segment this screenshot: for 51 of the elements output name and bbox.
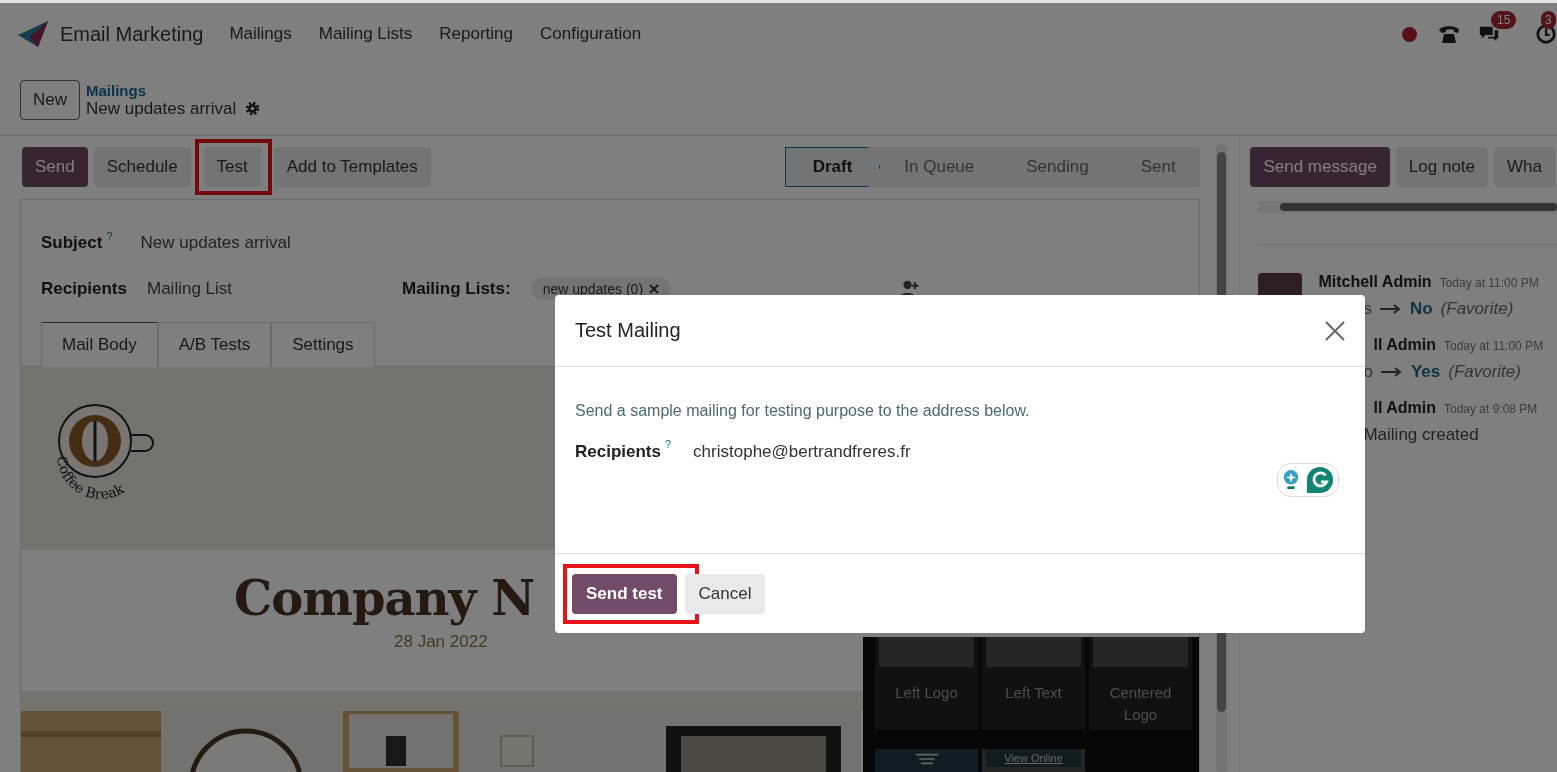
- recipients-field[interactable]: Mailing List: [147, 279, 233, 299]
- field-name: (Favorite): [1440, 299, 1514, 319]
- record-title: New updates arrival: [86, 98, 237, 119]
- newsletter-date: 28 Jan 2022: [394, 632, 489, 652]
- menu-item[interactable]: Mailing Lists: [318, 24, 413, 44]
- message-author: Mitchell Admin: [1318, 273, 1432, 291]
- breadcrumb-link[interactable]: Mailings: [86, 81, 262, 99]
- field-label: Mailing Lists:: [402, 279, 511, 299]
- field-name: (Favorite): [1448, 362, 1521, 382]
- field-label: Recipients: [41, 279, 127, 299]
- form-tab[interactable]: A/B Tests: [157, 322, 272, 367]
- new-value: Yes: [1410, 362, 1441, 382]
- menu-item[interactable]: Reporting: [439, 24, 513, 44]
- snippet-option[interactable]: View Online: [982, 749, 1085, 772]
- subject-field[interactable]: New updates arrival: [140, 233, 291, 253]
- snippet-option[interactable]: Left Text: [982, 637, 1085, 730]
- message-time: Today at 11:00 PM: [1443, 339, 1544, 353]
- message-time: Today at 11:00 PM: [1439, 276, 1539, 290]
- recipients-input[interactable]: christophe@bertrandfreres.fr: [693, 442, 911, 462]
- help-mark[interactable]: ?: [665, 438, 672, 450]
- status-stage[interactable]: Draft: [784, 147, 881, 187]
- action-button[interactable]: Add to Templates: [273, 147, 431, 187]
- dialog-button[interactable]: Cancel: [684, 573, 766, 614]
- chat-count-badge: 15: [1491, 11, 1517, 29]
- new-value: No: [1409, 299, 1433, 319]
- menu-item[interactable]: Configuration: [540, 24, 642, 44]
- field-label: Subject: [41, 233, 103, 253]
- chatter-button[interactable]: Log note: [1395, 147, 1489, 187]
- message-author: ll Admin: [1373, 336, 1436, 354]
- activity-count-badge: 3: [1541, 11, 1556, 29]
- dialog-description: Send a sample mailing for testing purpose to the address below.: [575, 402, 1031, 420]
- form-tab[interactable]: Mail Body: [41, 322, 158, 367]
- dialog-button[interactable]: Send test: [572, 573, 677, 614]
- action-button[interactable]: Send: [22, 147, 88, 187]
- message-time: Today at 9:08 PM: [1443, 402, 1538, 416]
- form-tab[interactable]: Settings: [271, 322, 375, 367]
- message-author: ll Admin: [1373, 399, 1436, 417]
- menu-item[interactable]: Mailings: [229, 24, 292, 44]
- chatter-button[interactable]: Wha: [1494, 147, 1555, 187]
- help-mark[interactable]: ?: [106, 230, 113, 242]
- snippet-option[interactable]: Centered Logo: [1089, 637, 1192, 730]
- snippet-option[interactable]: Left Logo: [875, 637, 978, 730]
- newsletter-headline: Company N: [234, 570, 535, 626]
- action-button[interactable]: Schedule: [93, 147, 191, 187]
- chatter-button[interactable]: Send message: [1250, 147, 1390, 187]
- field-label: Recipients: [575, 442, 661, 462]
- action-button[interactable]: Test: [203, 147, 261, 187]
- message-body: Mailing created: [1362, 425, 1480, 445]
- app-name[interactable]: Email Marketing: [60, 22, 204, 46]
- dialog-title: Test Mailing: [575, 319, 681, 342]
- new-button[interactable]: New: [20, 80, 80, 120]
